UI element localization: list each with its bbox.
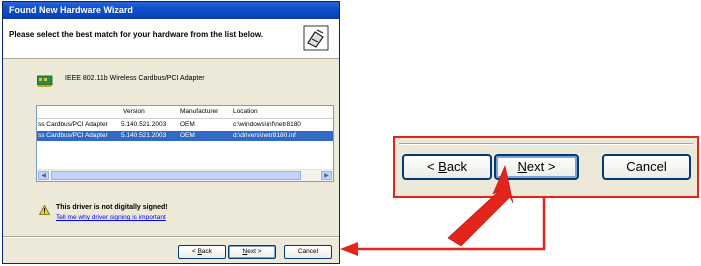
warning-text: This driver is not digitally signed! [56,204,168,211]
wizard-header: Please select the best match for your ha… [3,19,339,59]
next-button[interactable]: Next > [228,245,276,259]
driver-name: ss Cardbus/PCI Adapter [38,132,108,139]
zoom-separator [399,143,693,145]
warning-icon [39,205,50,215]
scroll-right-icon[interactable]: ▶ [321,171,332,180]
driver-list[interactable]: Version Manufacturer Location ss Cardbus… [36,105,334,182]
driver-manufacturer: OEM [180,132,195,139]
zoom-cancel-button[interactable]: Cancel [602,154,691,180]
scroll-thumb[interactable] [51,171,301,180]
network-card-icon [37,75,53,87]
connector-arrow-icon [340,197,546,256]
driver-signing-link[interactable]: Tell me why driver signing is important [56,214,166,221]
driver-manufacturer: OEM [180,121,195,128]
wizard-window: Found New Hardware Wizard Please select … [2,1,340,264]
column-version[interactable]: Version [123,108,145,115]
driver-location: d:\drivers\netr8180.inf [233,132,296,139]
bottom-separator [3,236,339,238]
header-instruction: Please select the best match for your ha… [9,30,263,39]
driver-version: 5.140.521.2003 [121,132,167,139]
column-location[interactable]: Location [233,108,258,115]
window-title: Found New Hardware Wizard [3,2,339,19]
hardware-wizard-icon [303,25,329,51]
scroll-left-icon[interactable]: ◀ [38,171,49,180]
list-item[interactable]: ss Cardbus/PCI Adapter 5.140.521.2003 OE… [37,120,333,130]
driver-version: 5.140.521.2003 [121,121,167,128]
list-item-selected[interactable]: ss Cardbus/PCI Adapter 5.140.521.2003 OE… [37,131,333,141]
driver-location: c:\windows\inf\netr8180 [233,121,301,128]
zoom-next-button[interactable]: Next > [494,154,579,180]
list-header: Version Manufacturer Location [37,106,333,119]
cancel-button[interactable]: Cancel [284,245,332,259]
column-manufacturer[interactable]: Manufacturer [180,108,218,115]
back-button[interactable]: < Back [178,245,226,259]
driver-name: ss Cardbus/PCI Adapter [38,121,108,128]
zoom-back-button[interactable]: < Back [402,154,492,180]
horizontal-scrollbar[interactable]: ◀ ▶ [37,169,333,181]
zoom-callout: < Back Next > Cancel [393,136,699,198]
device-name: IEEE 802.11b Wireless Cardbus/PCI Adapte… [65,75,205,82]
